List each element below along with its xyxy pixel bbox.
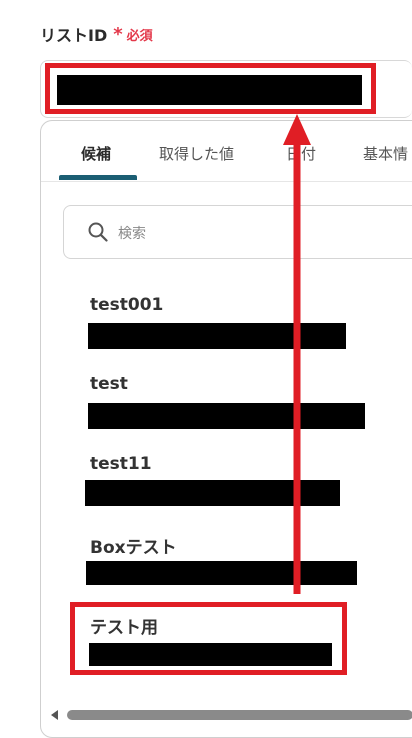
annotation-arrow-icon: [283, 114, 311, 594]
